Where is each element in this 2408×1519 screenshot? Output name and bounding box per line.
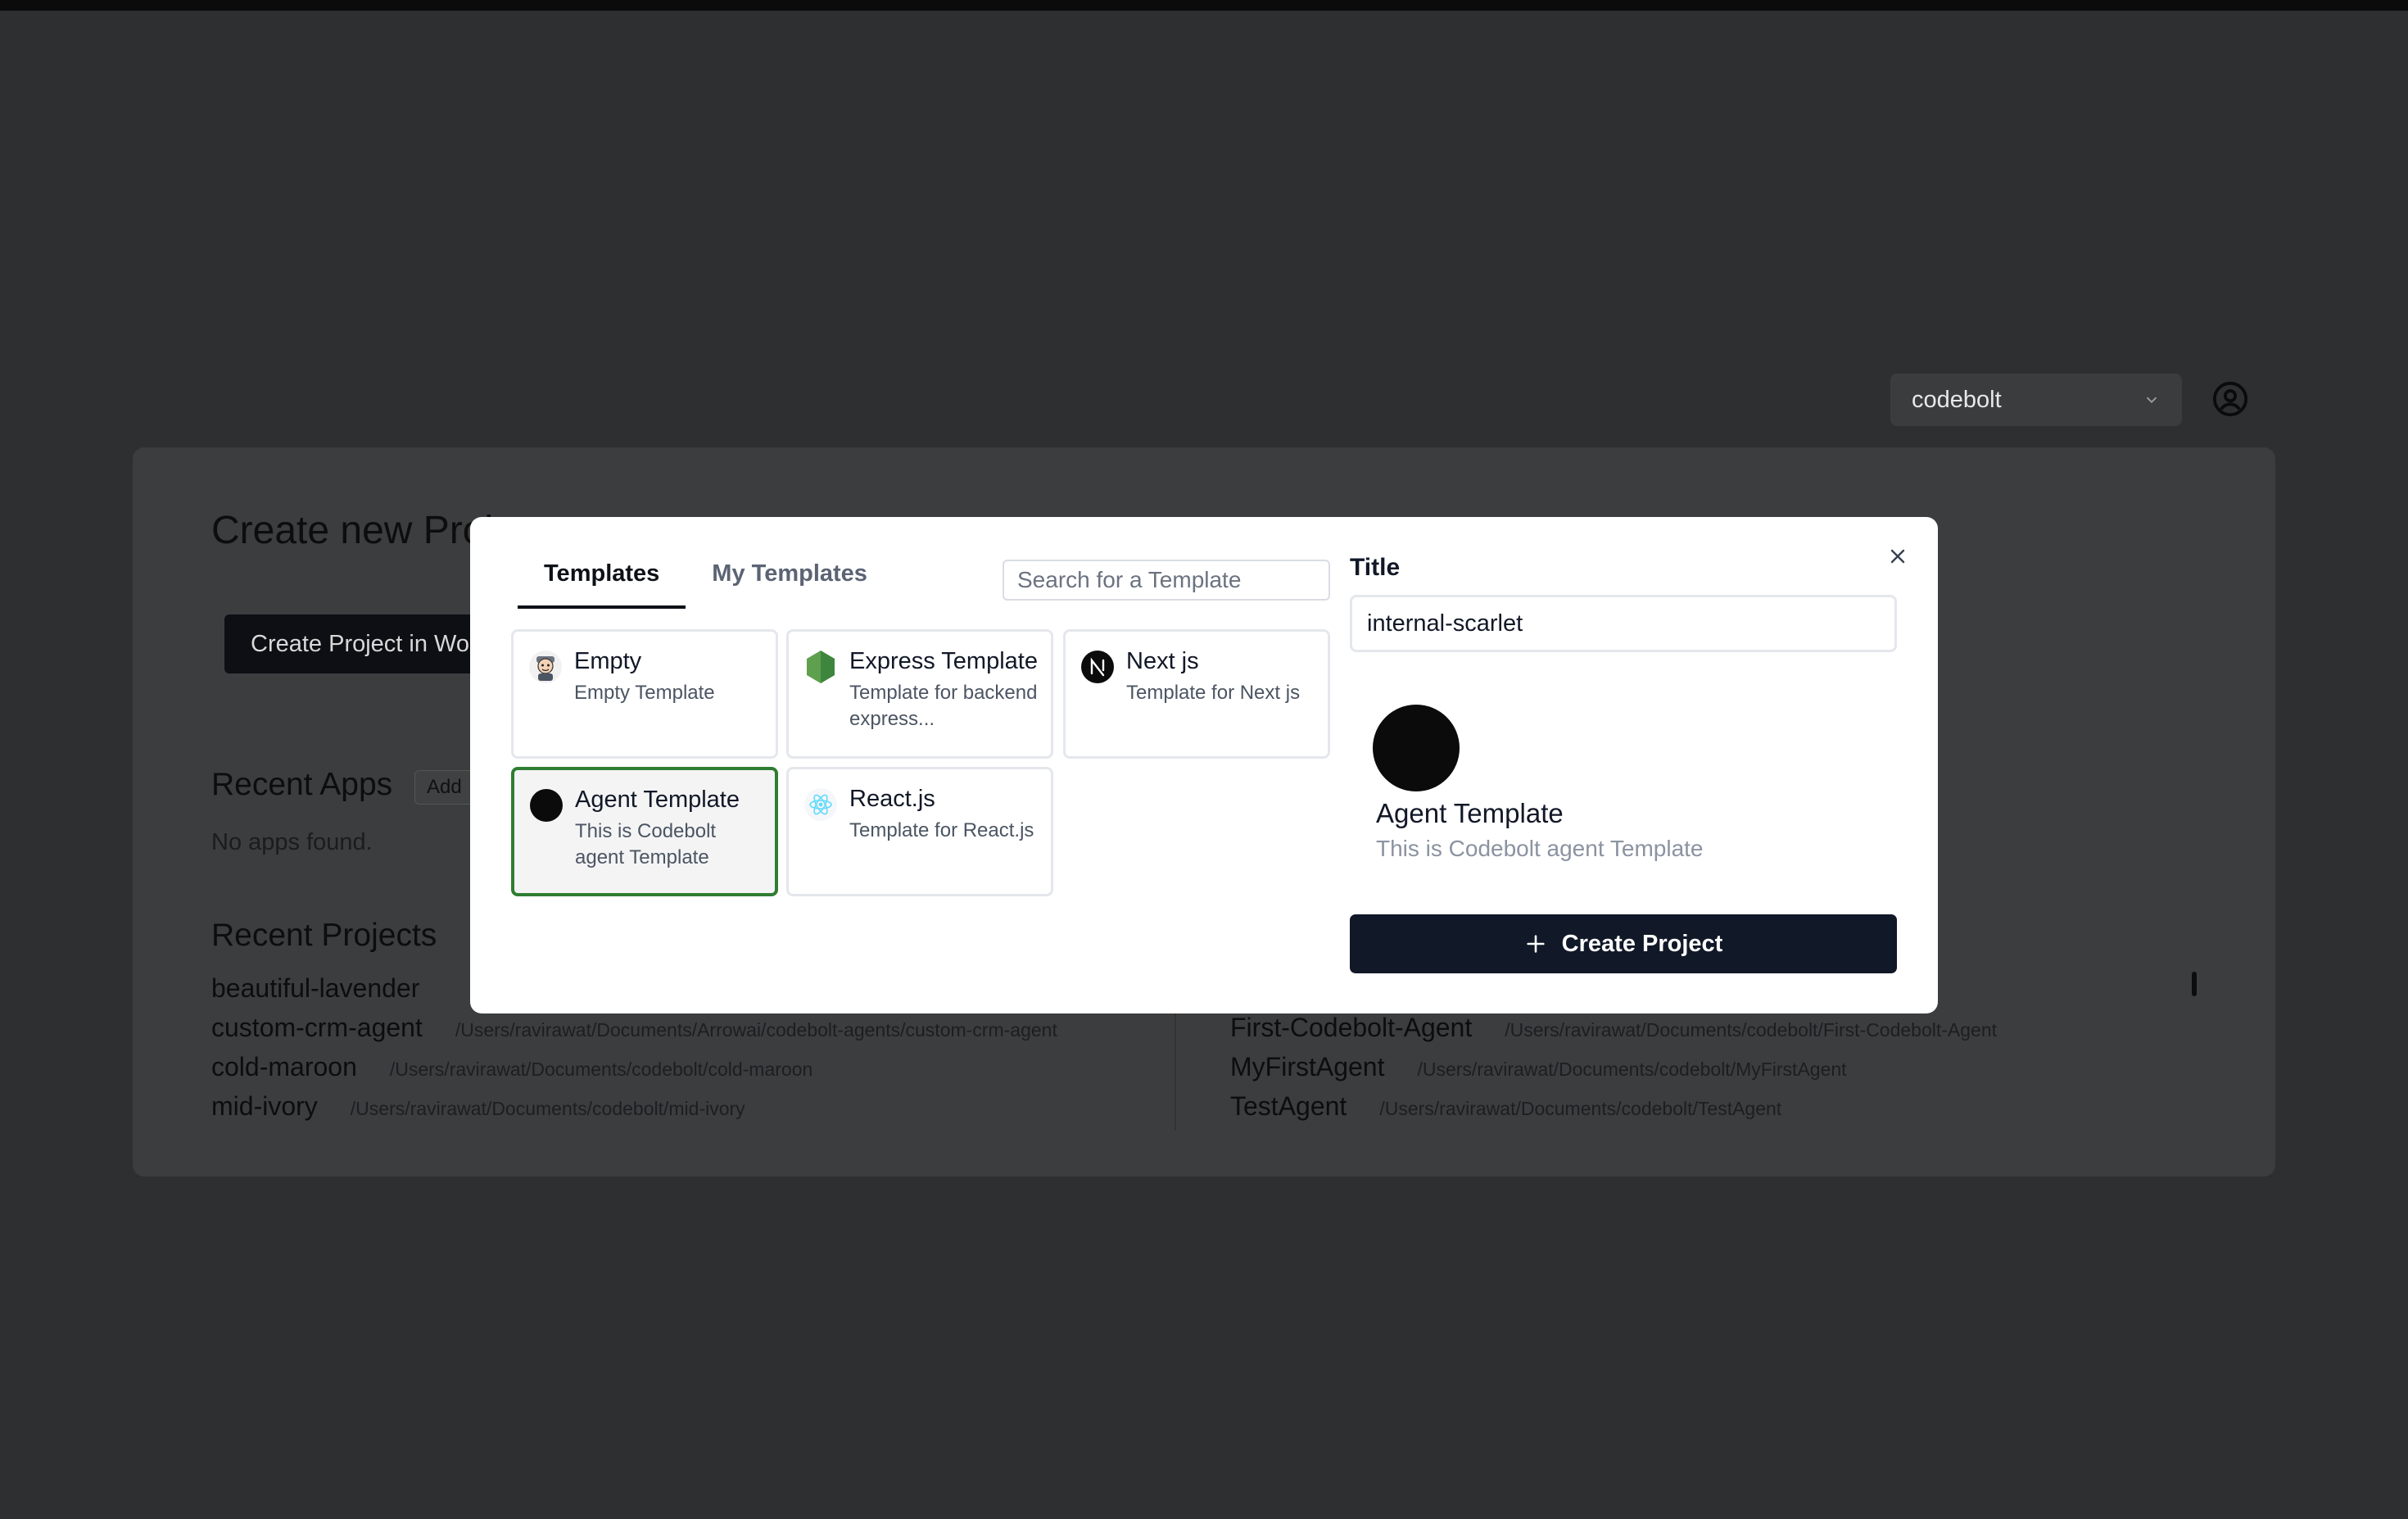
template-name: Express Template [849,648,1038,674]
template-card-express[interactable]: Express Template Template for backend ex… [786,629,1053,759]
workspace-select-value: codebolt [1912,386,2002,413]
project-path: /Users/ravirawat/Documents/codebolt/mid-… [350,1098,745,1119]
project-path: /Users/ravirawat/Documents/codebolt/cold… [389,1059,813,1080]
template-name: Next js [1126,648,1199,674]
tab-templates[interactable]: Templates [518,554,686,609]
project-name: First-Codebolt-Agent [1230,1013,1473,1042]
template-description: Template for Next js [1126,682,1301,704]
nodejs-hexagon-icon [803,650,838,684]
project-item[interactable]: cold-maroon/Users/ravirawat/Documents/co… [211,1052,1057,1091]
template-card-empty[interactable]: Empty Empty Template [511,629,778,759]
window-top-bar [0,0,2408,11]
recent-apps-heading: Recent Apps [211,767,393,802]
project-item[interactable]: TestAgent/Users/ravirawat/Documents/code… [1230,1091,1997,1131]
close-button[interactable] [1884,542,1912,570]
template-description: Empty Template [574,682,715,704]
title-label: Title [1350,554,1401,581]
react-atom-icon [803,787,838,822]
template-name: Empty [574,648,642,674]
template-name: Agent Template [575,787,740,813]
project-name: TestAgent [1230,1091,1347,1121]
user-circle-icon[interactable] [2211,380,2249,418]
no-apps-message: No apps found. [211,829,373,855]
template-search-input[interactable] [1003,560,1330,601]
project-name: beautiful-lavender [211,973,420,1003]
plus-icon [1527,935,1545,953]
project-item[interactable]: MyFirstAgent/Users/ravirawat/Documents/c… [1230,1052,1997,1091]
title-input[interactable] [1350,595,1897,652]
workspace-select[interactable]: codebolt [1890,374,2182,426]
create-project-button[interactable]: Create Project [1350,914,1897,973]
template-card-nextjs[interactable]: Next js Template for Next js [1063,629,1330,759]
tab-my-templates[interactable]: My Templates [686,554,894,609]
template-name: React.js [849,786,935,812]
close-icon [1890,549,1905,564]
project-path: /Users/ravirawat/Documents/Arrowai/codeb… [455,1019,1057,1041]
add-app-button[interactable]: Add [414,770,474,805]
codebolt-mascot-icon [528,650,563,684]
template-card-react[interactable]: React.js Template for React.js [786,767,1053,896]
template-card-agent[interactable]: Agent Template This is Codebolt agent Te… [511,767,778,896]
agent-dot-icon [529,788,564,823]
scrollbar-thumb[interactable] [2192,972,2197,996]
template-description: This is Codebolt agent Template [575,820,717,868]
project-path: /Users/ravirawat/Documents/codebolt/Test… [1379,1098,1782,1119]
template-preview-description: This is Codebolt agent Template [1376,836,1704,861]
project-path: /Users/ravirawat/Documents/codebolt/MyFi… [1417,1059,1847,1080]
recent-projects-right-list: First-Codebolt-Agent/Users/ravirawat/Doc… [1230,1013,1997,1131]
template-preview-avatar [1373,705,1460,791]
chevron-down-icon [2146,397,2157,404]
recent-projects-heading: Recent Projects [211,918,437,953]
template-tabs: Templates My Templates [518,554,894,609]
project-path: /Users/ravirawat/Documents/codebolt/Firs… [1505,1019,1998,1041]
project-name: MyFirstAgent [1230,1052,1385,1081]
project-item[interactable]: First-Codebolt-Agent/Users/ravirawat/Doc… [1230,1013,1997,1052]
page-title: Create new Proj [211,509,494,552]
template-preview-name: Agent Template [1376,798,1564,828]
project-name: mid-ivory [211,1091,318,1121]
template-description: Template for backend express... [849,682,1038,730]
template-description: Template for React.js [849,819,1034,841]
create-project-label: Create Project [1561,930,1723,957]
project-item[interactable]: custom-crm-agent/Users/ravirawat/Documen… [211,1013,1057,1052]
project-name: cold-maroon [211,1052,357,1081]
project-name: custom-crm-agent [211,1013,423,1042]
nextjs-icon [1080,650,1115,684]
project-item[interactable]: mid-ivory/Users/ravirawat/Documents/code… [211,1091,1057,1131]
